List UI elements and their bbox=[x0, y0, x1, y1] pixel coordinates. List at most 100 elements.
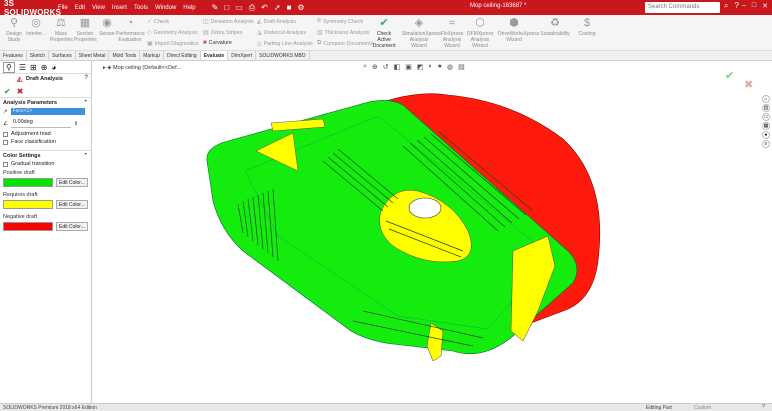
panel-title: ◭ Draft Analysis ? bbox=[0, 74, 91, 86]
section-properties-button[interactable]: ▦ Section Properties bbox=[74, 17, 97, 43]
gradual-transition-row: Gradual transition bbox=[3, 161, 88, 167]
tab-features[interactable]: Features bbox=[0, 51, 27, 60]
menu-insert[interactable]: Insert bbox=[112, 5, 127, 11]
floxpress-label: FloXpress Analysis Wizard bbox=[440, 31, 464, 49]
check-button[interactable]: ✓ Check bbox=[147, 18, 169, 26]
tab-solidworks-mbd[interactable]: SOLIDWORKS MBD bbox=[256, 51, 310, 60]
print-icon[interactable]: ⎙ bbox=[249, 3, 255, 13]
feature-manager-icon[interactable]: ⚲ bbox=[3, 61, 15, 73]
adjustment-triad-checkbox[interactable] bbox=[3, 131, 8, 137]
ok-icon[interactable]: ✔ bbox=[4, 87, 11, 96]
interference-button[interactable]: ◎ Interfer... bbox=[26, 17, 46, 37]
menu-help[interactable]: Help bbox=[183, 5, 195, 11]
draft-angle-input[interactable]: 0.00deg bbox=[10, 119, 71, 128]
command-manager-ribbon: ⚲ Design Study ◎ Interfer... ⚖ Mass Prop… bbox=[0, 15, 772, 51]
deviation-analysis-button[interactable]: ◫ Deviation Analysis bbox=[203, 18, 254, 26]
tab-evaluate[interactable]: Evaluate bbox=[200, 51, 229, 60]
color-settings-header[interactable]: Color Settings ⌃ bbox=[3, 153, 88, 159]
gradual-transition-checkbox[interactable] bbox=[3, 161, 8, 167]
curvature-button[interactable]: ■ Curvature bbox=[203, 40, 232, 46]
performance-evaluation-icon: ◔ bbox=[126, 17, 134, 29]
status-help-icon[interactable]: ? bbox=[762, 404, 765, 410]
tab-sheet-metal[interactable]: Sheet Metal bbox=[76, 51, 110, 60]
menu-file[interactable]: File bbox=[58, 5, 68, 11]
cancel-icon[interactable]: ✖ bbox=[17, 87, 24, 96]
tab-surfaces[interactable]: Surfaces bbox=[49, 51, 76, 60]
draft-analysis-icon: ◭ bbox=[17, 76, 23, 83]
open-icon[interactable]: ▭ bbox=[235, 3, 243, 13]
graphics-area[interactable]: ▸ ◈ Mop ceiling (Default<<Def... ⌕ ⊕ ↺ ◧… bbox=[93, 61, 772, 403]
performance-evaluation-button[interactable]: ◔ Performance Evaluation bbox=[116, 17, 145, 43]
tab-dimxpert[interactable]: DimXpert bbox=[228, 51, 257, 60]
configuration-manager-icon[interactable]: ⊞ bbox=[30, 63, 37, 72]
ok-cancel-row: ✔ ✖ bbox=[0, 86, 91, 97]
zebra-stripes-button[interactable]: ▤ Zebra Stripes bbox=[203, 29, 243, 37]
pin-icon[interactable]: ✎ bbox=[212, 3, 219, 13]
maximize-icon[interactable]: □ bbox=[752, 2, 756, 10]
zebra-stripes-label: Zebra Stripes bbox=[210, 29, 243, 36]
minimize-icon[interactable]: – bbox=[742, 2, 746, 10]
geometry-analysis-button[interactable]: ◇ Geometry Analysis bbox=[147, 29, 198, 37]
tab-mold-tools[interactable]: Mold Tools bbox=[109, 51, 141, 60]
negative-edit-color-button[interactable]: Edit Color... bbox=[56, 222, 88, 231]
import-diagnostics-icon: ▣ bbox=[147, 41, 153, 47]
negative-draft-swatch bbox=[3, 222, 53, 231]
floxpress-button[interactable]: ≈ FloXpress Analysis Wizard bbox=[440, 17, 464, 49]
close-icon[interactable]: ✕ bbox=[762, 2, 768, 10]
new-document-icon[interactable]: □ bbox=[224, 3, 229, 13]
geometry-analysis-label: Geometry Analysis bbox=[153, 29, 198, 36]
command-tabs: Features Sketch Surfaces Sheet Metal Mol… bbox=[0, 51, 772, 61]
parting-line-analysis-button[interactable]: ◬ Parting Line Analysis bbox=[257, 40, 313, 48]
undo-icon[interactable]: ↶ bbox=[261, 3, 268, 13]
analysis-parameters-header[interactable]: Analysis Parameters ⌃ bbox=[3, 100, 88, 106]
rebuild-icon[interactable]: ■ bbox=[287, 3, 292, 13]
undercut-analysis-button[interactable]: ◮ Undercut Analysis bbox=[257, 29, 306, 37]
draft-analysis-button[interactable]: ◭ Draft Analysis bbox=[257, 18, 296, 26]
search-input[interactable]: Search Commands bbox=[645, 2, 720, 13]
menu-tools[interactable]: Tools bbox=[134, 5, 148, 11]
property-manager-icon[interactable]: ☰ bbox=[19, 63, 26, 72]
mass-properties-icon: ⚖ bbox=[56, 17, 66, 29]
tab-direct-editing[interactable]: Direct Editing bbox=[164, 51, 201, 60]
search-icon[interactable]: ⌕ bbox=[724, 1, 728, 11]
quick-access-toolbar: ✎ □ ▭ ⎙ ↶ ➚ ■ ⚙ bbox=[212, 3, 305, 13]
positive-draft-label: Positive draft bbox=[3, 170, 35, 176]
title-bar: 3S SOLIDWORKS File Edit View Insert Tool… bbox=[0, 0, 772, 17]
menu-edit[interactable]: Edit bbox=[75, 5, 85, 11]
menu-window[interactable]: Window bbox=[155, 5, 176, 11]
design-study-button[interactable]: ⚲ Design Study bbox=[4, 17, 24, 43]
face-classification-checkbox[interactable] bbox=[3, 139, 8, 145]
status-units[interactable]: Custom bbox=[694, 405, 711, 411]
menu-view[interactable]: View bbox=[92, 5, 105, 11]
face-classification-row: Face classification bbox=[3, 139, 88, 145]
check-active-document-button[interactable]: ✔ Check Active Document bbox=[370, 17, 398, 49]
symmetry-check-button[interactable]: ⧈ Symmetry Check bbox=[317, 18, 363, 25]
select-icon[interactable]: ➚ bbox=[274, 3, 281, 13]
thickness-analysis-button[interactable]: ▥ Thickness Analysis bbox=[317, 29, 369, 37]
direction-selection-box[interactable]: Face<1> bbox=[10, 108, 85, 115]
help-icon[interactable]: ? bbox=[84, 75, 88, 81]
draft-angle-row: ∠ 0.00deg ⇕ bbox=[3, 119, 88, 128]
spin-arrows-icon[interactable]: ⇕ bbox=[74, 121, 78, 127]
sustainability-button[interactable]: ♻ Sustainability bbox=[540, 17, 570, 37]
requires-edit-color-button[interactable]: Edit Color... bbox=[56, 200, 88, 209]
positive-edit-color-button[interactable]: Edit Color... bbox=[56, 178, 88, 187]
sensor-button[interactable]: ◉ Sensor bbox=[98, 17, 116, 37]
simulationxpress-button[interactable]: ◈ SimulationXpress Analysis Wizard bbox=[402, 17, 441, 49]
compare-documents-button[interactable]: ⧉ Compare Documents bbox=[317, 40, 373, 47]
help-icon[interactable]: ? bbox=[734, 1, 738, 11]
import-diagnostics-button[interactable]: ▣ Import Diagnostics bbox=[147, 40, 199, 48]
dfmxpress-button[interactable]: ⬡ DFMXpress Analysis Wizard bbox=[467, 17, 493, 49]
tab-markup[interactable]: Markup bbox=[140, 51, 164, 60]
mass-properties-button[interactable]: ⚖ Mass Properties bbox=[50, 17, 73, 43]
costing-button[interactable]: $ Costing bbox=[576, 17, 598, 37]
design-study-label: Design Study bbox=[6, 31, 22, 43]
manager-tabs: ⚲ ☰ ⊞ ⊕ ◕ bbox=[0, 61, 91, 74]
tab-sketch[interactable]: Sketch bbox=[27, 51, 50, 60]
options-icon[interactable]: ⚙ bbox=[297, 3, 304, 13]
dimxpert-manager-icon[interactable]: ⊕ bbox=[41, 63, 48, 72]
driveworksxpress-button[interactable]: ⬢ DriveWorksXpress Wizard bbox=[498, 17, 539, 43]
driveworksxpress-label: DriveWorksXpress Wizard bbox=[498, 31, 540, 43]
part-model[interactable] bbox=[93, 61, 772, 403]
display-manager-icon[interactable]: ◕ bbox=[51, 63, 56, 72]
